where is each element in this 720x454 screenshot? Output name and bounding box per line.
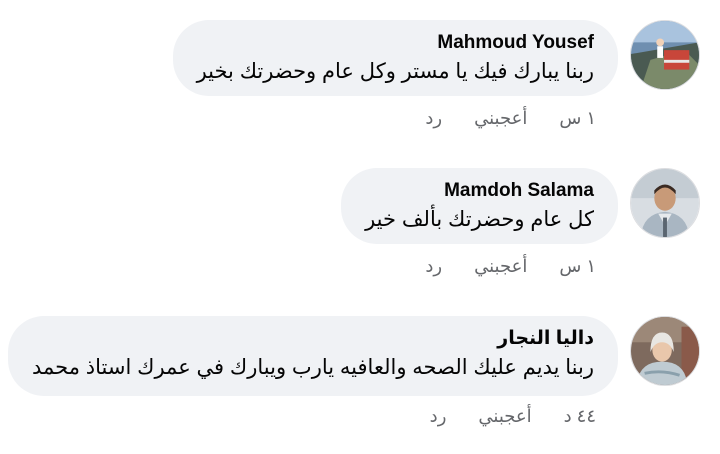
comment-timestamp[interactable]: ٤٤ د: [564, 406, 596, 427]
like-button[interactable]: أعجبني: [474, 256, 527, 277]
comment-item: Mahmoud Yousef ربنا يبارك فيك يا مستر وك…: [0, 0, 700, 140]
avatar[interactable]: [630, 20, 700, 90]
avatar-image: [631, 21, 699, 89]
comment-author[interactable]: Mamdoh Salama: [365, 179, 594, 203]
comment-author[interactable]: داليا النجار: [32, 327, 594, 351]
avatar-image: [631, 169, 699, 237]
comment-item: Mamdoh Salama كل عام وحضرتك بألف خير ١ س…: [0, 150, 700, 290]
comment-text: ربنا يبارك فيك يا مستر وكل عام وحضرتك بخ…: [196, 60, 594, 83]
like-button[interactable]: أعجبني: [478, 406, 531, 427]
comment-actions: ١ س أعجبني رد: [425, 256, 596, 277]
avatar[interactable]: [630, 168, 700, 238]
like-button[interactable]: أعجبني: [474, 108, 527, 129]
avatar[interactable]: [630, 316, 700, 386]
comment-text: ربنا يديم عليك الصحه والعافيه يارب ويبار…: [32, 356, 594, 379]
comment-timestamp[interactable]: ١ س: [559, 256, 596, 277]
reply-button[interactable]: رد: [425, 256, 442, 277]
comment-item: داليا النجار ربنا يديم عليك الصحه والعاف…: [0, 300, 700, 454]
comment-bubble: Mahmoud Yousef ربنا يبارك فيك يا مستر وك…: [172, 20, 618, 96]
comment-author[interactable]: Mahmoud Yousef: [197, 31, 594, 55]
reply-button[interactable]: رد: [425, 108, 442, 129]
comment-actions: ١ س أعجبني رد: [425, 108, 596, 129]
reply-button[interactable]: رد: [430, 406, 447, 427]
avatar-image: [631, 317, 699, 385]
comment-actions: ٤٤ د أعجبني رد: [430, 406, 596, 427]
comment-bubble: داليا النجار ربنا يديم عليك الصحه والعاف…: [8, 316, 618, 396]
comment-text: كل عام وحضرتك بألف خير: [365, 208, 594, 231]
comment-timestamp[interactable]: ١ س: [559, 108, 596, 129]
comment-bubble: Mamdoh Salama كل عام وحضرتك بألف خير: [341, 168, 618, 244]
